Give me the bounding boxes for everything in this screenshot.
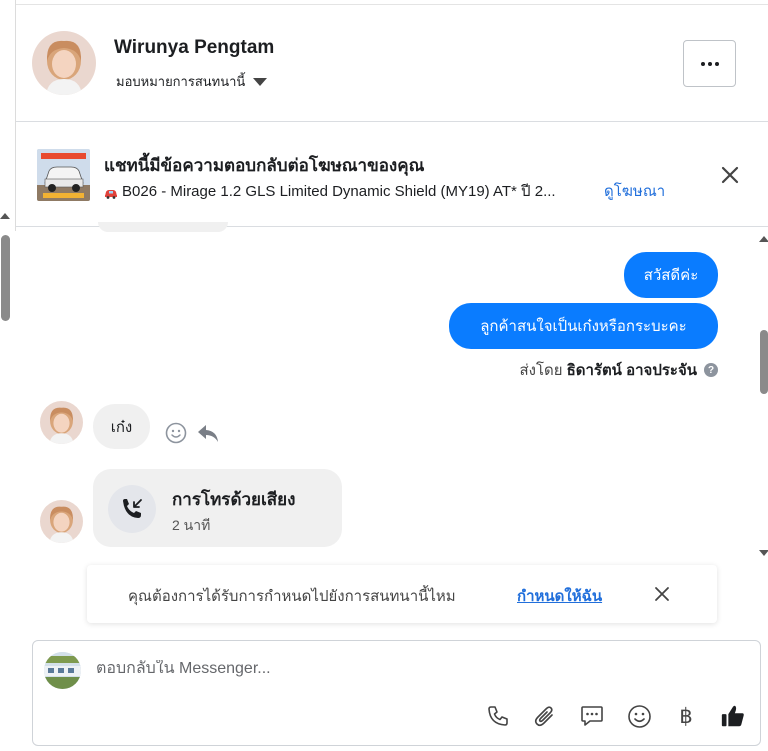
- assign-prompt-text: คุณต้องการได้รับการกำหนดไปยังการสนทนานี้…: [128, 588, 456, 605]
- more-dot: [700, 61, 705, 66]
- left-scrollbar-thumb[interactable]: [1, 235, 10, 321]
- more-dot: [714, 61, 719, 66]
- ad-reply-banner: แชทนี้มีข้อความตอบกลับต่อโฆษณาของคุณ B02…: [16, 123, 768, 227]
- message-composer: ฿: [32, 640, 761, 746]
- phone-icon[interactable]: [485, 703, 511, 729]
- more-dot: [707, 61, 712, 66]
- saved-reply-icon[interactable]: [579, 703, 605, 729]
- contact-avatar-small: [40, 401, 83, 444]
- sent-by-name: ธิดารัตน์ อาจประจัน: [566, 362, 697, 379]
- close-icon[interactable]: [652, 584, 672, 604]
- incoming-message[interactable]: เก๋ง: [93, 404, 150, 449]
- view-ad-link[interactable]: ดูโฆษณา: [604, 179, 665, 203]
- emoji-icon[interactable]: [626, 703, 652, 729]
- composer-toolbar: ฿: [485, 703, 746, 729]
- ad-description: B026 - Mirage 1.2 GLS Limited Dynamic Sh…: [104, 179, 556, 203]
- scroll-up-arrow-icon[interactable]: [759, 236, 768, 242]
- assign-conversation-dropdown[interactable]: มอบหมายการสนทนานี้: [116, 71, 268, 92]
- scroll-up-arrow-icon[interactable]: [0, 213, 10, 219]
- car-icon: [104, 186, 118, 199]
- outgoing-message[interactable]: ลูกค้าสนใจเป็นเก๋งหรือกระบะคะ: [449, 303, 718, 349]
- caret-down-icon: [253, 78, 268, 86]
- chat-scrollbar-thumb[interactable]: [760, 330, 768, 394]
- sent-by-info: ส่งโดย ธิดารัตน์ อาจประจัน ?: [519, 358, 718, 382]
- ad-thumbnail[interactable]: [37, 149, 90, 201]
- contact-avatar-small: [40, 500, 83, 543]
- reply-input[interactable]: [96, 660, 696, 678]
- outgoing-message[interactable]: สวัสดีค่ะ: [624, 252, 718, 298]
- scroll-down-arrow-icon[interactable]: [759, 550, 768, 556]
- contact-name[interactable]: Wirunya Pengtam: [114, 37, 274, 59]
- assign-to-me-link[interactable]: กำหนดให้ฉัน: [517, 584, 602, 608]
- assign-prompt: คุณต้องการได้รับการกำหนดไปยังการสนทนานี้…: [87, 565, 717, 623]
- attachment-icon[interactable]: [532, 703, 558, 729]
- ad-banner-title: แชทนี้มีข้อความตอบกลับต่อโฆษณาของคุณ: [104, 156, 425, 175]
- contact-avatar[interactable]: [32, 31, 96, 95]
- call-duration: 2 นาที: [172, 517, 211, 533]
- voice-call-card[interactable]: การโทรด้วยเสียง 2 นาที: [93, 469, 342, 547]
- reply-icon[interactable]: [196, 421, 220, 445]
- more-options-button[interactable]: [683, 40, 736, 87]
- smiley-react-icon[interactable]: [165, 422, 187, 444]
- ad-description-text: B026 - Mirage 1.2 GLS Limited Dynamic Sh…: [122, 183, 556, 200]
- conversation-header: Wirunya Pengtam มอบหมายการสนทนานี้: [16, 5, 768, 122]
- sent-by-prefix: ส่งโดย: [519, 362, 563, 379]
- page-avatar: [44, 652, 81, 689]
- like-icon[interactable]: [720, 703, 746, 729]
- help-icon[interactable]: ?: [704, 363, 718, 377]
- baht-icon[interactable]: ฿: [673, 703, 699, 729]
- call-title: การโทรด้วยเสียง: [172, 490, 296, 509]
- incoming-call-icon: [108, 485, 156, 533]
- assign-label: มอบหมายการสนทนานี้: [116, 74, 246, 89]
- previous-message-bubble: [98, 222, 228, 232]
- close-icon[interactable]: [718, 163, 742, 187]
